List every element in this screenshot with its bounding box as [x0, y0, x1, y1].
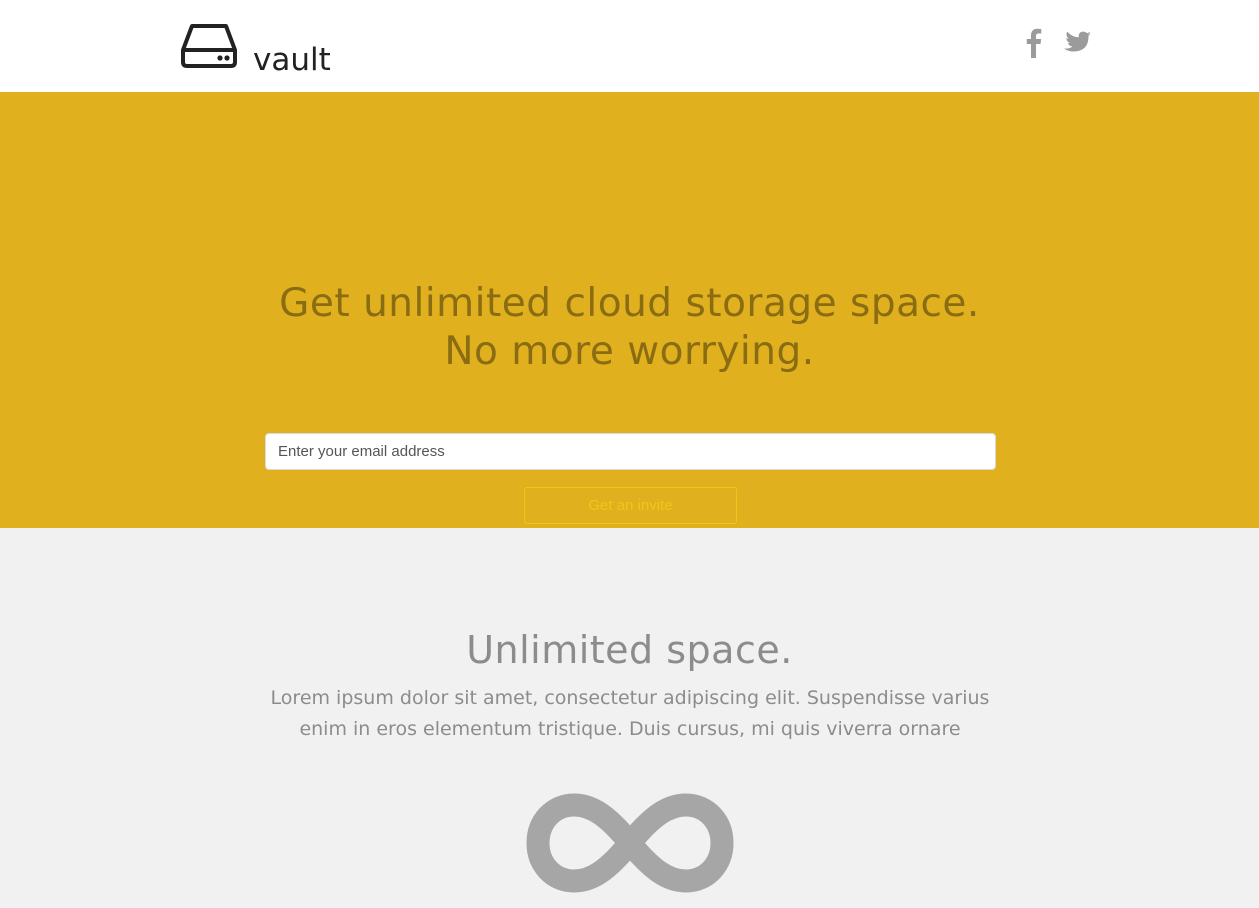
logo-text: vault [253, 42, 331, 78]
feature-description: Lorem ipsum dolor sit amet, consectetur … [270, 687, 990, 740]
infinity-icon [524, 793, 736, 897]
hero-section: Get unlimited cloud storage space. No mo… [0, 92, 1259, 528]
logo[interactable]: vault [180, 22, 331, 76]
site-header: vault [0, 0, 1259, 92]
hero-title-line1: Get unlimited cloud storage space. [279, 281, 980, 326]
feature-title: Unlimited space. [466, 628, 793, 672]
social-links [1026, 28, 1092, 62]
email-input[interactable] [265, 433, 996, 470]
hero-title-line2: No more worrying. [444, 329, 815, 374]
twitter-icon[interactable] [1062, 30, 1092, 60]
facebook-icon[interactable] [1026, 28, 1042, 62]
hard-drive-icon [180, 22, 238, 70]
feature-section: Unlimited space. Lorem ipsum dolor sit a… [0, 528, 1259, 908]
get-invite-button[interactable]: Get an invite [524, 487, 737, 524]
hero-title: Get unlimited cloud storage space. No mo… [0, 280, 1259, 376]
